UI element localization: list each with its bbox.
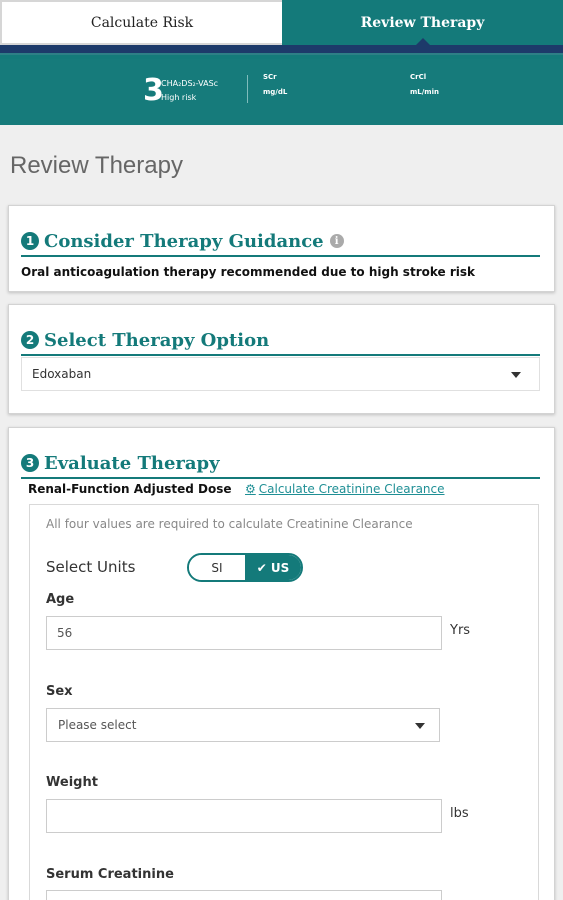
crcl-unit: mL/min	[410, 88, 439, 96]
age-label: Age	[46, 592, 75, 607]
sex-label: Sex	[46, 684, 73, 699]
scr-label: SCr	[263, 73, 277, 81]
step-number-badge: 3	[21, 454, 39, 472]
guidance-text: Oral anticoagulation therapy recommended…	[21, 265, 475, 279]
chevron-down-icon	[511, 372, 521, 378]
section-title: Consider Therapy Guidance	[44, 230, 324, 252]
scr-unit: mg/dL	[263, 88, 288, 96]
section-title: Evaluate Therapy	[44, 452, 220, 474]
summary-divider	[247, 75, 248, 103]
evaluate-therapy-card: 3 Evaluate Therapy Renal-Function Adjust…	[8, 427, 555, 900]
therapy-option-select[interactable]: Edoxaban	[21, 357, 540, 391]
select-units-label: Select Units	[46, 558, 136, 576]
score-label: CHA₂DS₂-VASc	[161, 79, 219, 88]
step-number-badge: 2	[21, 331, 39, 349]
therapy-option-value: Edoxaban	[32, 367, 92, 381]
unit-option-si[interactable]: SI	[189, 555, 245, 580]
calculate-crcl-link-text: Calculate Creatinine Clearance	[258, 482, 445, 496]
page-title: Review Therapy	[10, 152, 183, 179]
tab-calculate-risk[interactable]: Calculate Risk	[0, 0, 282, 45]
crcl-label: CrCl	[410, 73, 427, 81]
info-icon[interactable]: i	[329, 234, 344, 248]
age-unit: Yrs	[450, 623, 471, 638]
renal-dose-label: Renal-Function Adjusted Dose	[28, 482, 232, 496]
step-number-badge: 1	[21, 232, 39, 250]
section-header: 1 Consider Therapy Guidance i	[21, 227, 540, 257]
tab-review-therapy[interactable]: Review Therapy	[282, 0, 563, 45]
required-note: All four values are required to calculat…	[46, 517, 413, 531]
weight-label: Weight	[46, 775, 98, 790]
weight-unit: lbs	[450, 806, 469, 821]
sex-select[interactable]: Please select	[46, 708, 440, 742]
risk-level: High risk	[161, 93, 197, 102]
tab-review-therapy-label: Review Therapy	[360, 14, 485, 31]
serum-creatinine-input[interactable]	[46, 890, 442, 900]
calculate-crcl-link[interactable]: ⚙ Calculate Creatinine Clearance	[245, 482, 445, 496]
risk-summary-bar: 3 CHA₂DS₂-VASc High risk SCr mg/dL CrCl …	[0, 59, 563, 125]
chevron-down-icon	[415, 723, 425, 729]
serum-creatinine-label: Serum Creatinine	[46, 867, 174, 882]
unit-option-us[interactable]: ✔ US	[245, 555, 301, 580]
units-toggle[interactable]: SI ✔ US	[187, 553, 303, 582]
sex-select-placeholder: Please select	[58, 718, 137, 732]
therapy-guidance-card: 1 Consider Therapy Guidance i Oral antic…	[8, 205, 555, 292]
weight-input[interactable]	[46, 799, 442, 833]
age-input[interactable]: 56	[46, 616, 442, 650]
gear-icon: ⚙	[245, 482, 256, 496]
header-stripe	[0, 45, 563, 53]
active-tab-caret-icon	[415, 38, 430, 45]
tab-bar: Calculate Risk Review Therapy	[0, 0, 563, 45]
section-title: Select Therapy Option	[44, 329, 270, 351]
therapy-option-card: 2 Select Therapy Option Edoxaban	[8, 304, 555, 414]
section-header: 2 Select Therapy Option	[21, 326, 540, 356]
section-header: 3 Evaluate Therapy	[21, 449, 540, 479]
crcl-calculator-panel: All four values are required to calculat…	[29, 504, 539, 900]
